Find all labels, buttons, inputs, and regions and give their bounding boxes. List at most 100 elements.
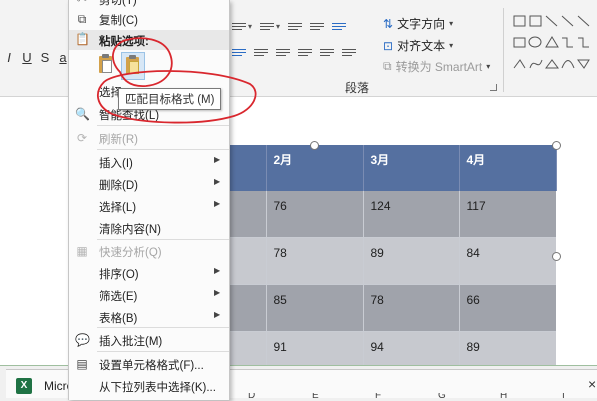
numbering-icon[interactable]: [260, 20, 275, 32]
table-cell[interactable]: 117: [459, 191, 556, 238]
table-cell[interactable]: 78: [363, 284, 460, 332]
align-left-icon[interactable]: [232, 46, 246, 58]
resize-handle-right[interactable]: [552, 252, 561, 261]
connector-shape-icon: [562, 37, 573, 48]
arc-shape-icon: [561, 60, 575, 69]
dialog-launcher-icon[interactable]: [490, 84, 497, 91]
distribute-icon[interactable]: [320, 46, 334, 58]
slide-table[interactable]: 2月 3月 4月 76 124 117 78 89 84 85 78 66 91…: [228, 141, 561, 379]
column-header[interactable]: H: [500, 393, 507, 400]
menu-item-insert[interactable]: 插入(I) ▶: [69, 151, 229, 173]
text-direction-icon: ⇅: [383, 16, 394, 31]
columns-icon[interactable]: [342, 46, 356, 58]
justify-icon[interactable]: [298, 46, 312, 58]
menu-item-format-cells[interactable]: ▤ 设置单元格格式(F)...: [69, 353, 229, 375]
double-arrow-shape-icon: [577, 15, 590, 27]
menu-item-insert-comment[interactable]: 💬 插入批注(M): [69, 329, 229, 351]
menu-separator: [97, 351, 229, 352]
italic-button[interactable]: I: [4, 50, 14, 65]
menu-item-refresh[interactable]: ⟳ 刷新(R): [69, 127, 229, 149]
table-header-cell[interactable]: 2月: [266, 145, 364, 191]
menu-item-label: 表格(B): [99, 313, 138, 325]
align-right-icon[interactable]: [276, 46, 290, 58]
chevron-down-icon[interactable]: ▾: [248, 22, 252, 31]
search-icon: 🔍: [75, 107, 90, 121]
quick-analysis-icon: ▦: [76, 244, 88, 258]
table-cell[interactable]: [228, 284, 267, 332]
table-header-cell[interactable]: 4月: [459, 145, 557, 191]
menu-item-delete[interactable]: 删除(D) ▶: [69, 173, 229, 195]
bullets-icon[interactable]: [232, 20, 246, 32]
align-center-icon[interactable]: [254, 46, 268, 58]
resize-handle-top[interactable]: [310, 141, 319, 150]
text-direction-label: 文字方向: [397, 17, 446, 31]
strikethrough-button[interactable]: S: [40, 50, 50, 65]
menu-item-select[interactable]: 选择(L) ▶: [69, 195, 229, 217]
align-text-button[interactable]: ⊡ 对齐文本 ▾: [383, 37, 453, 54]
data-table[interactable]: 2月 3月 4月 76 124 117 78 89 84 85 78 66 91…: [228, 145, 557, 379]
menu-item-label: 快速分析(Q): [99, 247, 162, 259]
paste-options-header: 📋 粘贴选项:: [69, 30, 229, 50]
paste-match-destination-button[interactable]: [121, 52, 145, 80]
line-spacing-icon[interactable]: [332, 20, 347, 32]
close-icon[interactable]: ×: [588, 376, 596, 392]
table-cell[interactable]: 85: [266, 284, 364, 332]
menu-item-clear-contents[interactable]: 清除内容(N): [69, 217, 229, 239]
excel-app-icon: X: [16, 378, 32, 394]
table-row: 85 78 66: [228, 284, 556, 332]
paste-keep-source-formatting-button[interactable]: [95, 52, 117, 78]
increase-indent-icon[interactable]: [310, 20, 325, 32]
rectangle-shape-icon: [513, 37, 526, 48]
arrow-line-shape-icon: [561, 15, 574, 27]
menu-separator: [97, 125, 229, 126]
column-header-strip: D E F G H I: [230, 393, 597, 400]
menu-item-label: 筛选(E): [99, 291, 138, 303]
table-header-cell[interactable]: [228, 145, 267, 191]
paste-options-label: 粘贴选项:: [99, 36, 149, 48]
menu-item-label: 清除内容(N): [99, 224, 161, 236]
column-header[interactable]: I: [562, 393, 565, 400]
oval-shape-icon: [528, 36, 542, 48]
menu-item-sort[interactable]: 排序(O) ▶: [69, 262, 229, 284]
menu-item-pick-from-list[interactable]: 从下拉列表中选择(K)...: [69, 375, 229, 397]
table-cell[interactable]: [228, 237, 267, 285]
table-cell[interactable]: 84: [459, 237, 556, 285]
text-direction-button[interactable]: ⇅ 文字方向 ▾: [383, 15, 453, 32]
convert-smartart-button[interactable]: ⧉ 转换为 SmartArt ▾: [383, 58, 490, 75]
menu-item-quick-analysis[interactable]: ▦ 快速分析(Q): [69, 240, 229, 262]
elbow-connector-shape-icon: [578, 37, 589, 48]
menu-item-label: 插入批注(M): [99, 336, 163, 348]
text-box-shape-icon: [513, 15, 526, 27]
menu-item-filter[interactable]: 筛选(E) ▶: [69, 284, 229, 306]
table-cell[interactable]: 124: [363, 191, 460, 238]
comment-icon: 💬: [75, 333, 90, 347]
table-header-cell[interactable]: 3月: [363, 145, 460, 191]
table-cell[interactable]: 78: [266, 237, 364, 285]
table-cell[interactable]: [228, 191, 267, 238]
chevron-right-icon: ▶: [214, 310, 221, 319]
table-cell[interactable]: 76: [266, 191, 364, 238]
chevron-down-icon[interactable]: ▾: [276, 22, 280, 31]
paste-keep-source-icon: [99, 54, 112, 73]
table-cell[interactable]: 89: [363, 237, 460, 285]
table-cell[interactable]: 66: [459, 284, 556, 332]
resize-handle-top-right[interactable]: [552, 141, 561, 150]
menu-item-copy[interactable]: ⧉ 复制(C): [69, 8, 229, 30]
font-color-button[interactable]: a: [58, 50, 68, 65]
column-header[interactable]: F: [375, 393, 381, 400]
freeform-shape-icon: [529, 59, 543, 69]
column-header[interactable]: G: [438, 393, 446, 400]
paste-option-tooltip: 匹配目标格式 (M): [118, 88, 222, 110]
table-header-row: 2月 3月 4月: [228, 145, 557, 191]
paragraph-group-label: 段落: [345, 81, 370, 95]
menu-item-label: 复制(C): [99, 15, 138, 27]
column-header[interactable]: E: [312, 393, 319, 400]
decrease-indent-icon[interactable]: [288, 20, 303, 32]
column-header[interactable]: D: [248, 393, 255, 400]
chevron-right-icon: ▶: [214, 288, 221, 297]
underline-button[interactable]: U: [22, 50, 32, 65]
shapes-gallery[interactable]: [512, 14, 597, 74]
menu-item-table[interactable]: 表格(B) ▶: [69, 306, 229, 328]
table-row: 78 89 84: [228, 237, 556, 285]
menu-item-label: 插入(I): [99, 158, 133, 170]
